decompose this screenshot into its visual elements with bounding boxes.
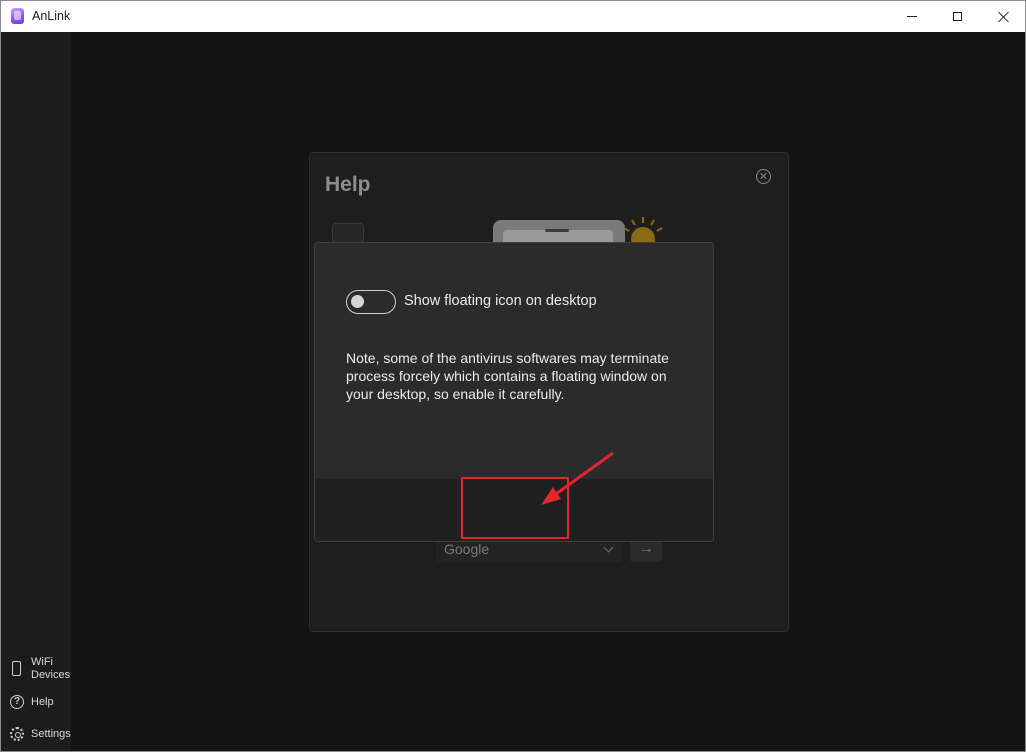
sidebar: WiFi Devices ? Help Settings xyxy=(1,32,71,751)
minimize-button[interactable] xyxy=(889,1,935,32)
highlight-annotation-box xyxy=(461,477,569,539)
search-engine-value: Google xyxy=(444,541,490,557)
gear-icon xyxy=(9,726,25,742)
toggle-knob xyxy=(351,295,364,308)
phone-wifi-icon xyxy=(9,661,25,677)
toggle-label: Show floating icon on desktop xyxy=(404,293,597,309)
minimize-icon xyxy=(907,16,917,17)
dialog-content: Show floating icon on desktop Note, some… xyxy=(315,243,713,479)
help-title: Help xyxy=(325,173,371,196)
sidebar-item-label: WiFi Devices xyxy=(31,656,71,681)
help-icon: ? xyxy=(9,694,25,710)
anlink-app-icon xyxy=(11,8,24,24)
sidebar-item-wifi-devices[interactable]: WiFi Devices xyxy=(9,656,70,682)
close-icon xyxy=(997,11,1009,23)
sidebar-item-label: Settings xyxy=(31,727,71,740)
sidebar-item-help[interactable]: ? Help xyxy=(9,694,54,710)
sidebar-item-settings[interactable]: Settings xyxy=(9,726,71,742)
sidebar-item-label: Help xyxy=(31,695,54,708)
window-title: AnLink xyxy=(32,9,71,23)
back-button[interactable] xyxy=(332,223,364,243)
arrow-right-icon: → xyxy=(638,540,654,557)
chevron-down-icon xyxy=(603,542,614,553)
maximize-button[interactable] xyxy=(934,1,980,32)
title-bar[interactable]: AnLink xyxy=(1,1,1025,32)
app-window: AnLink WiFi Devices ? Help Settings Help xyxy=(0,0,1026,752)
floating-icon-toggle[interactable] xyxy=(346,290,396,314)
antivirus-note: Note, some of the antivirus softwares ma… xyxy=(346,350,669,402)
close-help-icon[interactable] xyxy=(756,169,771,184)
maximize-icon xyxy=(952,12,962,21)
close-window-button[interactable] xyxy=(980,1,1025,32)
